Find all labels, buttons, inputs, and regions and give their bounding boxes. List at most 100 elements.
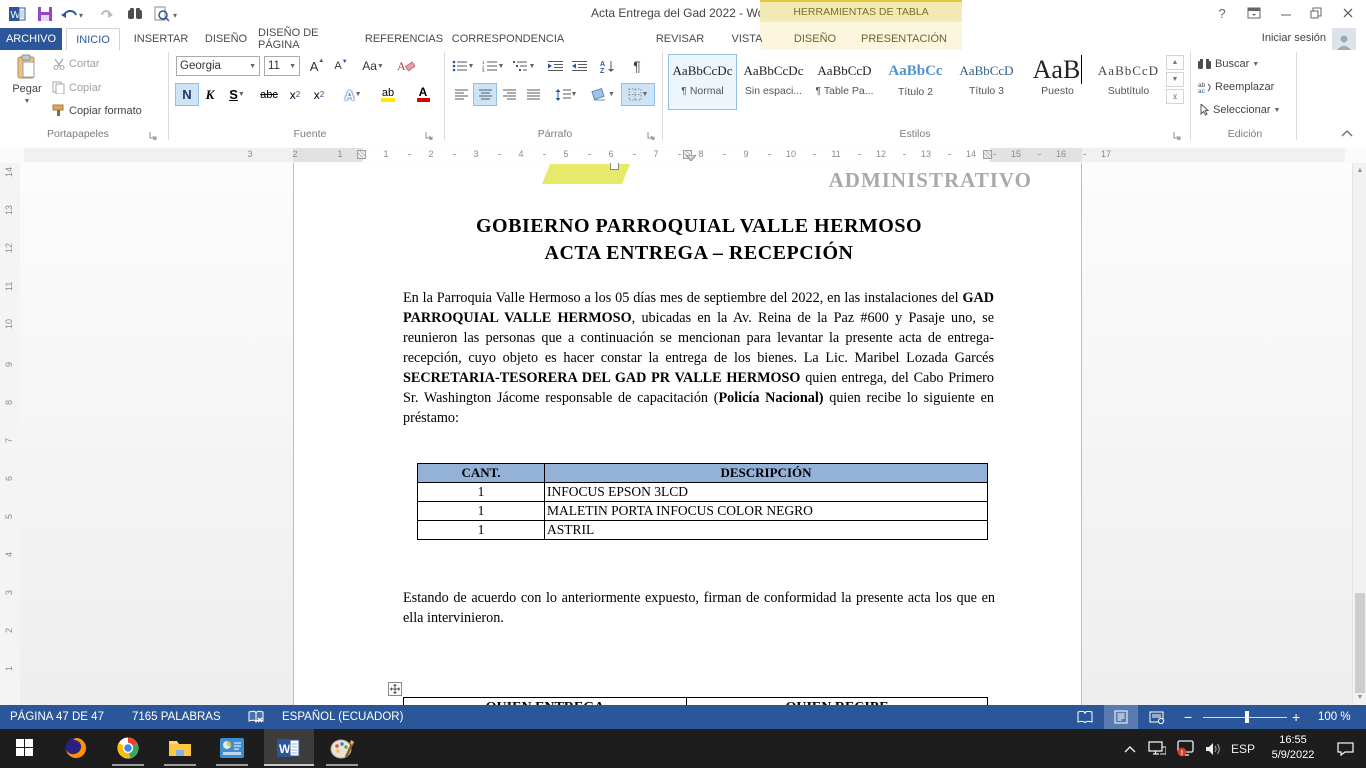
zoom-in-button[interactable]: + [1288,705,1304,729]
minimize-button[interactable] [1272,0,1300,26]
align-right-button[interactable] [498,84,520,105]
vertical-scrollbar[interactable]: ▲ ▼ [1352,163,1366,705]
language-tray-indicator[interactable]: ESP [1226,729,1260,768]
style-puesto[interactable]: AaB Puesto [1023,54,1092,110]
security-alert-icon[interactable]: ! [1172,729,1198,768]
volume-icon[interactable] [1200,729,1226,768]
paragraph-dialog-launcher[interactable] [646,128,658,140]
style-titulo-2[interactable]: AaBbCc Título 2 [881,54,950,110]
justify-button[interactable] [522,84,544,105]
replace-button[interactable]: abac Reemplazar [1198,81,1274,93]
increase-indent-button[interactable] [568,56,590,76]
scroll-down-arrow[interactable]: ▼ [1354,690,1366,705]
superscript-button[interactable]: x2 [308,84,330,105]
firefox-icon[interactable] [56,729,96,766]
tab-inicio[interactable]: INICIO [66,28,120,50]
table-column-marker[interactable] [983,150,992,159]
file-explorer-icon[interactable] [160,729,200,766]
start-button[interactable] [0,729,48,766]
document-area[interactable]: 1413121110987654321 ADMINISTRATIVO GOBIE… [0,163,1366,705]
sort-button[interactable]: AZ [596,56,620,76]
bold-button[interactable]: N [176,84,198,105]
font-color-button[interactable]: A [408,84,438,105]
select-menu-button[interactable]: Seleccionar▼ [1198,104,1280,116]
help-button[interactable]: ? [1208,0,1236,26]
scroll-up-arrow[interactable]: ▲ [1354,163,1366,178]
zoom-out-button[interactable]: − [1180,705,1196,729]
styles-scroll-down-button[interactable]: ▼ [1166,72,1184,87]
collapse-ribbon-button[interactable] [1340,126,1354,144]
text-effects-button[interactable]: A▼ [338,84,368,105]
tab-revisar[interactable]: REVISAR [648,28,712,50]
action-center-icon[interactable] [1330,729,1360,768]
tab-archivo[interactable]: ARCHIVO [0,28,62,50]
font-family-combobox[interactable]: Georgia▼ [176,56,260,76]
control-panel-icon[interactable] [212,729,252,766]
zoom-slider-thumb[interactable] [1245,711,1249,723]
read-mode-button[interactable] [1068,705,1102,729]
multilevel-list-button[interactable]: ▼ [510,56,538,76]
proofing-errors-icon[interactable] [244,705,268,729]
clock[interactable]: 16:55 5/9/2022 [1262,733,1324,763]
restore-button[interactable] [1302,0,1330,26]
grow-font-button[interactable]: A▲ [306,56,328,76]
tab-vista[interactable]: VISTA [722,28,772,50]
network-icon[interactable] [1144,729,1170,768]
ribbon-display-options-button[interactable] [1240,0,1268,26]
style-subtitulo[interactable]: AaBbCcD Subtítulo [1094,54,1163,110]
bullets-button[interactable]: ▼ [450,56,476,76]
signatures-table[interactable]: QUIEN ENTREGA QUIEN RECIBE [403,697,988,705]
shading-button[interactable]: ▼ [588,84,618,105]
align-left-button[interactable] [450,84,472,105]
numbering-button[interactable]: 123▼ [480,56,506,76]
close-button[interactable] [1334,0,1362,26]
strikethrough-button[interactable]: abc [256,84,282,105]
cut-button[interactable]: Cortar [52,58,100,70]
word-count[interactable]: 7165 PALABRAS [128,705,225,729]
tray-expand-chevron[interactable] [1118,729,1142,768]
chrome-icon[interactable] [108,729,148,766]
decrease-indent-button[interactable] [544,56,566,76]
zoom-level[interactable]: 100 % [1314,705,1355,729]
style-sin-espaciado[interactable]: AaBbCcDc Sin espaci... [739,54,808,110]
italic-button[interactable]: K [200,84,220,105]
paste-button[interactable]: Pegar ▼ [8,54,46,126]
user-avatar[interactable] [1332,28,1356,50]
line-spacing-button[interactable]: ▼ [552,84,580,105]
table-move-handle[interactable] [388,682,402,696]
styles-dialog-launcher[interactable] [1172,128,1184,140]
language-indicator[interactable]: ESPAÑOL (ECUADOR) [278,705,407,729]
web-layout-button[interactable] [1140,705,1174,729]
page-indicator[interactable]: PÁGINA 47 DE 47 [6,705,108,729]
tab-diseno-de-pagina[interactable]: DISEÑO DE PÁGINA [258,28,356,50]
tab-referencias[interactable]: REFERENCIAS [362,28,446,50]
borders-button[interactable]: ▼ [622,84,654,105]
align-center-button[interactable] [474,84,496,105]
scrollbar-thumb[interactable] [1355,593,1365,693]
font-dialog-launcher[interactable] [424,128,436,140]
copy-button[interactable]: Copiar [52,81,101,94]
style-normal[interactable]: AaBbCcDc ¶ Normal [668,54,737,110]
style-table-paragraph[interactable]: AaBbCcD ¶ Table Pa... [810,54,879,110]
items-table[interactable]: CANT. DESCRIPCIÓN 1INFOCUS EPSON 3LCD1MA… [417,463,988,540]
format-painter-button[interactable]: Copiar formato [52,104,142,117]
shrink-font-button[interactable]: A▼ [330,56,352,76]
subscript-button[interactable]: x2 [284,84,306,105]
word-taskbar-button[interactable]: W [264,729,314,766]
tab-table-diseno[interactable]: DISEÑO [786,28,844,50]
font-size-combobox[interactable]: 11▼ [264,56,300,76]
tab-diseno[interactable]: DISEÑO [200,28,252,50]
tab-insertar[interactable]: INSERTAR [128,28,194,50]
styles-gallery-more-button[interactable]: ⊻ [1166,89,1184,104]
change-case-button[interactable]: Aa▼ [358,56,388,76]
underline-button[interactable]: S▼ [222,84,252,105]
sign-in-link[interactable]: Iniciar sesión [1262,32,1326,44]
find-menu-button[interactable]: Buscar▼ [1198,58,1259,70]
clipboard-dialog-launcher[interactable] [148,128,160,140]
clear-formatting-button[interactable]: A [394,56,418,76]
show-paragraph-marks-button[interactable]: ¶ [626,56,648,76]
paint-icon[interactable] [322,729,362,766]
styles-scroll-up-button[interactable]: ▲ [1166,55,1184,70]
tab-table-presentacion[interactable]: PRESENTACIÓN [852,28,956,50]
print-layout-button[interactable] [1104,705,1138,729]
